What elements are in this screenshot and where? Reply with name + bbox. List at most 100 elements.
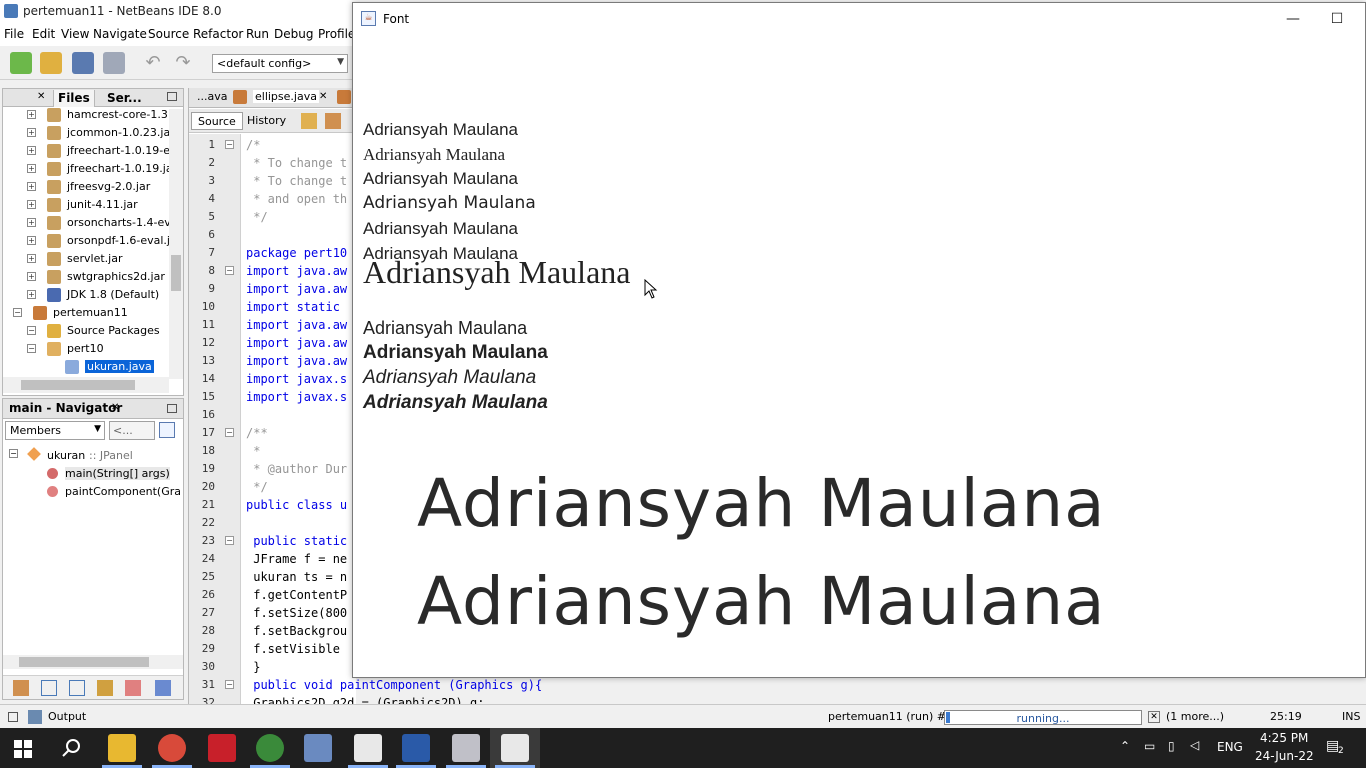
expand-icon[interactable]: − <box>27 344 36 353</box>
expand-icon[interactable]: + <box>27 290 36 299</box>
lock-icon[interactable] <box>97 680 113 696</box>
font-window-titlebar[interactable]: ☕ Font — ☐ <box>353 3 1365 33</box>
maximize-button[interactable]: ☐ <box>1315 7 1359 31</box>
restore-icon[interactable] <box>8 712 18 722</box>
minimize-panel-icon[interactable] <box>167 92 177 101</box>
word-icon[interactable] <box>402 734 430 762</box>
chevron-up-icon[interactable]: ⌃ <box>1120 739 1130 753</box>
tree-item[interactable]: + jfreesvg-2.0.jar <box>3 178 173 196</box>
expand-icon[interactable]: + <box>27 164 36 173</box>
menu-navigate[interactable]: Navigate <box>93 27 147 41</box>
scroll-thumb[interactable] <box>19 657 149 667</box>
navigator-class[interactable]: − ukuran :: JPanel <box>9 447 179 465</box>
expand-icon[interactable]: + <box>27 182 36 191</box>
new-project-icon[interactable] <box>40 52 62 74</box>
snipping-tool-icon[interactable] <box>452 734 480 762</box>
fold-icon[interactable]: − <box>225 140 234 149</box>
close-icon[interactable]: ✕ <box>111 402 119 413</box>
tree-item[interactable]: − pertemuan11 <box>3 304 173 322</box>
navigator-method-main[interactable]: main(String[] args) <box>47 465 181 483</box>
cancel-icon[interactable]: ✕ <box>1148 711 1160 723</box>
inherited-icon[interactable] <box>125 680 141 696</box>
network-icon[interactable]: ▭ <box>1144 739 1155 753</box>
more-tasks[interactable]: (1 more...) <box>1166 710 1224 723</box>
sort-icon[interactable] <box>155 680 171 696</box>
expand-icon[interactable]: + <box>27 272 36 281</box>
menu-edit[interactable]: Edit <box>32 27 55 41</box>
battery-icon[interactable]: ▯ <box>1168 739 1175 753</box>
back-icon[interactable] <box>301 113 317 129</box>
expand-icon[interactable]: + <box>27 128 36 137</box>
fold-icon[interactable]: − <box>225 536 234 545</box>
tree-item[interactable]: − Source Packages <box>3 322 173 340</box>
fold-icon[interactable]: − <box>225 266 234 275</box>
expand-icon[interactable]: + <box>27 110 36 119</box>
clock-date[interactable]: 24-Jun-22 <box>1255 749 1314 763</box>
expand-icon[interactable]: − <box>27 326 36 335</box>
fields-icon[interactable] <box>41 680 57 696</box>
forward-icon[interactable] <box>325 113 341 129</box>
expand-icon[interactable]: − <box>13 308 22 317</box>
tree-scrollbar-v[interactable] <box>169 109 183 379</box>
language-indicator[interactable]: ENG <box>1217 740 1243 754</box>
navigator-scrollbar[interactable] <box>3 655 183 669</box>
output-tab[interactable]: Output <box>48 710 86 723</box>
tree-item[interactable]: + orsoncharts-1.4-eval-n <box>3 214 173 232</box>
tree-item[interactable]: + JDK 1.8 (Default) <box>3 286 173 304</box>
tab-services[interactable]: Ser... <box>103 90 146 107</box>
scroll-thumb[interactable] <box>171 255 181 291</box>
collapse-icon[interactable]: − <box>9 449 18 458</box>
tab-ellipse-java[interactable]: ellipse.java <box>253 90 319 103</box>
java-app-icon[interactable] <box>354 734 382 762</box>
menu-refactor[interactable]: Refactor <box>193 27 243 41</box>
scroll-thumb-h[interactable] <box>21 380 135 390</box>
new-file-icon[interactable] <box>10 52 32 74</box>
save-all-icon[interactable] <box>103 52 125 74</box>
menu-profile[interactable]: Profile <box>318 27 355 41</box>
minimize-panel-icon[interactable] <box>167 404 177 413</box>
windows-start-icon[interactable] <box>14 740 32 761</box>
minimize-button[interactable]: — <box>1271 7 1315 31</box>
expand-icon[interactable]: + <box>27 254 36 263</box>
tree-item[interactable]: + orsonpdf-1.6-eval.jar <box>3 232 173 250</box>
undo-icon[interactable]: ↶ <box>142 52 164 74</box>
tab-source[interactable]: Source <box>191 112 243 130</box>
file-explorer-icon[interactable] <box>108 734 136 762</box>
fold-icon[interactable]: − <box>225 680 234 689</box>
tab-history[interactable]: History <box>241 112 292 130</box>
menu-file[interactable]: File <box>4 27 24 41</box>
filter-select[interactable]: <... <box>109 421 155 440</box>
tree-item[interactable]: + junit-4.11.jar <box>3 196 173 214</box>
menu-source[interactable]: Source <box>148 27 189 41</box>
chrome-alt-icon[interactable] <box>256 734 284 762</box>
tree-item[interactable]: + jfreechart-1.0.19.jar <box>3 160 173 178</box>
menu-run[interactable]: Run <box>246 27 269 41</box>
tab-previous-file[interactable]: ...ava <box>197 90 227 103</box>
fold-icon[interactable]: − <box>225 428 234 437</box>
config-select[interactable]: <default config> ▼ <box>212 54 348 73</box>
open-project-icon[interactable] <box>72 52 94 74</box>
expand-icon[interactable]: + <box>27 200 36 209</box>
mcafee-icon[interactable] <box>208 734 236 762</box>
tree-item[interactable]: − pert10 <box>3 340 173 358</box>
tab-files[interactable]: Files <box>53 90 95 107</box>
layout-icon[interactable] <box>159 422 175 438</box>
chrome-icon[interactable] <box>158 734 186 762</box>
tree-item[interactable]: + jfreechart-1.0.19-expe <box>3 142 173 160</box>
virtualbox-icon[interactable] <box>304 734 332 762</box>
menu-debug[interactable]: Debug <box>274 27 313 41</box>
tree-item[interactable]: + jcommon-1.0.23.jar <box>3 124 173 142</box>
tree-scrollbar-h[interactable] <box>3 377 169 393</box>
close-icon[interactable]: ✕ <box>319 91 327 102</box>
clock-time[interactable]: 4:25 PM <box>1260 731 1308 745</box>
navigator-method-paint[interactable]: paintComponent(Graphic <box>47 483 181 501</box>
expand-icon[interactable]: + <box>27 236 36 245</box>
expand-icon[interactable]: + <box>27 218 36 227</box>
close-icon[interactable]: ✕ <box>37 91 45 102</box>
tree-item[interactable]: + servlet.jar <box>3 250 173 268</box>
java-running-icon[interactable] <box>501 734 529 762</box>
menu-view[interactable]: View <box>61 27 89 41</box>
expand-icon[interactable]: + <box>27 146 36 155</box>
static-icon[interactable] <box>69 680 85 696</box>
search-icon[interactable] <box>62 738 82 761</box>
